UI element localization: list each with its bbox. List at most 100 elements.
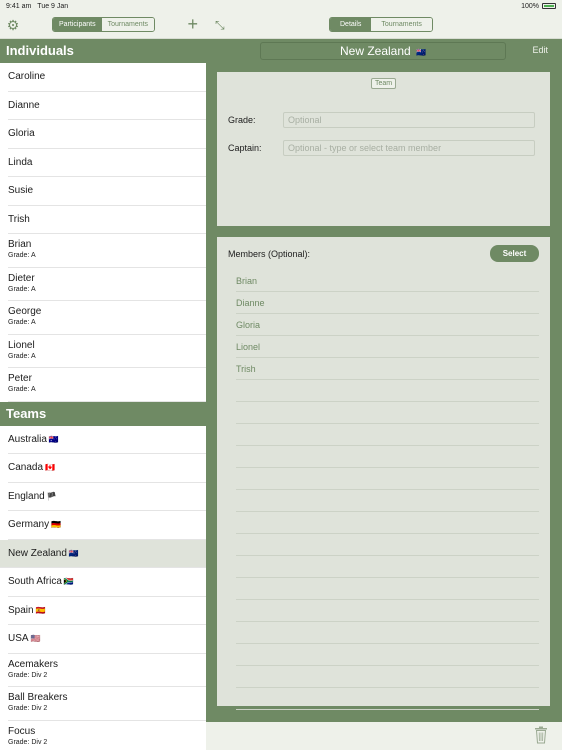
list-item-title: New Zealand 🇳🇿 — [8, 548, 206, 559]
list-item[interactable]: Caroline — [8, 63, 206, 92]
list-item[interactable]: Acemakers Grade: Div 2 — [8, 654, 206, 687]
member-row[interactable]: Trish — [236, 358, 539, 380]
list-item-name: New Zealand — [8, 547, 67, 559]
captain-input[interactable]: Optional - type or select team member — [283, 140, 535, 156]
list-item-name: Canada — [8, 462, 44, 473]
list-item-name: South Africa — [8, 576, 62, 587]
list-item[interactable]: USA 🇺🇸 — [8, 625, 206, 654]
list-item-title: Dieter — [8, 273, 206, 284]
right-nav-bar: ⤡ Details Tournaments — [206, 12, 562, 39]
list-item-title: Spain 🇪🇸 — [8, 605, 206, 616]
segment-tournaments[interactable]: Tournaments — [101, 18, 155, 31]
list-item[interactable]: Lionel Grade: A — [8, 335, 206, 368]
list-item-name: Spain — [8, 604, 34, 616]
list-item-name: Lionel — [8, 339, 35, 351]
empty-member-row — [236, 380, 539, 402]
list-item-name: Peter — [8, 373, 32, 384]
member-row[interactable]: Dianne — [236, 292, 539, 314]
list-item[interactable]: George Grade: A — [8, 301, 206, 335]
list-item-name: Linda — [8, 156, 33, 168]
list-item-grade: Grade: A — [8, 319, 36, 326]
empty-member-row — [236, 578, 539, 600]
list-item-title: Peter — [8, 373, 206, 384]
list-item-title: England 🏴 — [8, 491, 206, 502]
empty-member-row — [236, 446, 539, 468]
member-row[interactable]: Brian — [236, 270, 539, 292]
list-item-grade: Grade: Div 2 — [8, 705, 48, 712]
list-item-name: Ball Breakers — [8, 692, 68, 703]
participants-pane: ⚙ Participants Tournaments + Individuals… — [0, 12, 206, 750]
empty-member-row — [236, 424, 539, 446]
team-name-title[interactable]: New Zealand 🇳🇿 — [260, 42, 506, 60]
list-item-title: Acemakers — [8, 659, 206, 670]
gear-icon[interactable]: ⚙ — [6, 18, 20, 32]
list-item[interactable]: Canada 🇨🇦 — [8, 454, 206, 483]
list-item-title: Dianne — [8, 100, 206, 111]
left-nav-bar: ⚙ Participants Tournaments + — [0, 12, 206, 39]
team-flag: 🇳🇿 — [416, 48, 427, 57]
list-item-grade: Grade: Div 2 — [8, 738, 48, 746]
empty-member-row — [236, 468, 539, 490]
member-row[interactable]: Gloria — [236, 314, 539, 336]
list-item-name: Australia — [8, 433, 47, 445]
list-item-name: Caroline — [8, 71, 46, 82]
list-item-title: Susie — [8, 185, 206, 196]
list-item-title: Canada 🇨🇦 — [8, 462, 206, 473]
list-item[interactable]: Australia 🇦🇺 — [8, 426, 206, 454]
list-item[interactable]: Ball Breakers Grade: Div 2 — [8, 687, 206, 721]
list-item-grade: Grade: A — [8, 252, 36, 259]
list-item-title: George — [8, 306, 206, 317]
individuals-list: Caroline Dianne Gloria Linda Susie Trish Brian… — [0, 63, 206, 402]
segment-details[interactable]: Details — [330, 18, 372, 31]
members-list: Brian Dianne Gloria Lionel Trish — [236, 270, 539, 710]
segment-detail-tournaments[interactable]: Tournaments — [371, 18, 432, 31]
list-item[interactable]: Gloria — [8, 120, 206, 149]
list-item-name: Germany — [8, 519, 50, 530]
list-item-name: England — [8, 490, 45, 502]
add-icon[interactable]: + — [187, 15, 198, 33]
list-item[interactable]: Brian Grade: A — [8, 234, 206, 268]
list-item[interactable]: Focus Grade: Div 2 — [8, 721, 206, 750]
list-item[interactable]: Peter Grade: A — [8, 368, 206, 402]
list-item-title: Brian — [8, 239, 206, 250]
empty-member-row — [236, 534, 539, 556]
list-item[interactable]: Dieter Grade: A — [8, 268, 206, 301]
trash-icon[interactable] — [534, 726, 548, 744]
list-item[interactable]: Germany 🇩🇪 — [8, 511, 206, 540]
grade-input[interactable]: Optional — [283, 112, 535, 128]
flag-icon: 🇪🇸 — [35, 605, 46, 615]
expand-icon[interactable]: ⤡ — [215, 18, 225, 33]
list-item-title: USA 🇺🇸 — [8, 633, 206, 644]
empty-member-row — [236, 688, 539, 710]
list-item-grade: Grade: A — [8, 352, 36, 360]
list-item[interactable]: Dianne — [8, 92, 206, 120]
empty-member-row — [236, 600, 539, 622]
list-item-title: Ball Breakers — [8, 692, 206, 703]
list-item-name: George — [8, 306, 42, 317]
team-name-text: New Zealand — [339, 44, 411, 58]
bottom-toolbar — [206, 722, 562, 750]
list-item-name: Focus — [8, 725, 36, 737]
individuals-header: Individuals — [0, 39, 206, 63]
list-item[interactable]: Susie — [8, 177, 206, 206]
status-bar: 9:41 am Tue 9 Jan 100% — [0, 0, 562, 12]
flag-icon: 🇳🇿 — [68, 548, 79, 558]
battery-icon — [542, 3, 556, 9]
edit-button[interactable]: Edit — [532, 45, 548, 55]
flag-icon: 🇺🇸 — [30, 634, 41, 643]
list-item[interactable]: England 🏴 — [8, 483, 206, 511]
segment-participants[interactable]: Participants — [53, 18, 102, 31]
list-item[interactable]: Linda — [8, 149, 206, 177]
select-members-button[interactable]: Select — [490, 245, 539, 262]
list-item-name: Brian — [8, 239, 32, 250]
list-item[interactable]: Spain 🇪🇸 — [8, 597, 206, 625]
team-info-card: Team Grade: Optional Captain: Optional -… — [217, 72, 550, 226]
members-label: Members (Optional): — [228, 249, 311, 259]
flag-icon: 🇩🇪 — [51, 520, 62, 529]
member-row[interactable]: Lionel — [236, 336, 539, 358]
status-date: Tue 9 Jan — [37, 2, 69, 10]
list-item[interactable]: Trish — [8, 206, 206, 234]
list-item[interactable]: New Zealand 🇳🇿 — [0, 539, 206, 568]
list-item[interactable]: South Africa 🇿🇦 — [8, 568, 206, 597]
list-item-name: Dianne — [8, 99, 40, 111]
